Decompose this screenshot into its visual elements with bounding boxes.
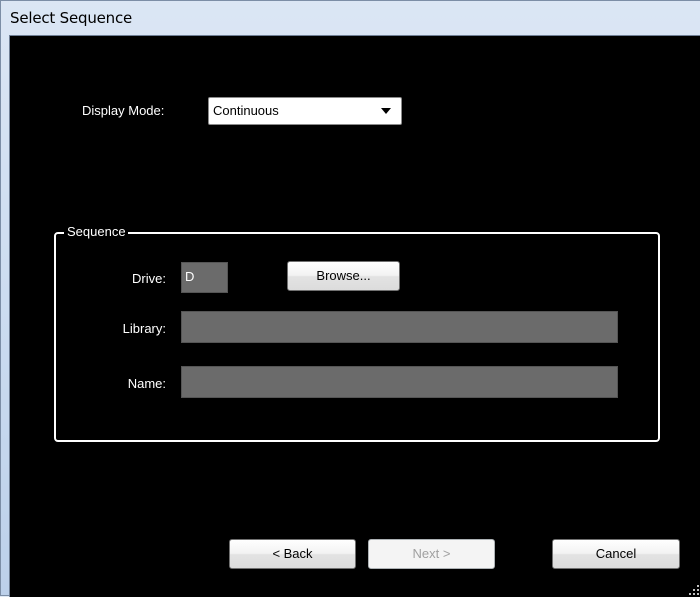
library-label: Library: bbox=[122, 321, 166, 336]
drive-field[interactable]: D bbox=[181, 262, 228, 293]
name-field[interactable] bbox=[181, 366, 618, 398]
back-button[interactable]: < Back bbox=[229, 539, 356, 569]
name-label: Name: bbox=[127, 376, 166, 391]
next-button[interactable]: Next > bbox=[368, 539, 495, 569]
drive-label: Drive: bbox=[132, 271, 166, 286]
window-title: Select Sequence bbox=[10, 9, 133, 27]
display-mode-value: Continuous bbox=[213, 103, 279, 118]
display-mode-label: Display Mode: bbox=[82, 103, 165, 118]
library-field[interactable] bbox=[181, 311, 618, 343]
browse-button[interactable]: Browse... bbox=[287, 261, 400, 291]
sequence-group-title: Sequence bbox=[64, 224, 128, 239]
drive-value: D bbox=[185, 269, 195, 284]
display-mode-dropdown[interactable]: Continuous bbox=[208, 97, 402, 125]
dialog-window: Select Sequence Display Mode: Continuous… bbox=[0, 0, 700, 597]
title-bar[interactable]: Select Sequence bbox=[1, 1, 700, 35]
resize-grip-icon[interactable] bbox=[689, 585, 699, 595]
chevron-down-icon bbox=[381, 108, 391, 114]
dialog-content: Display Mode: Continuous Sequence Drive:… bbox=[9, 35, 700, 597]
cancel-button[interactable]: Cancel bbox=[552, 539, 680, 569]
